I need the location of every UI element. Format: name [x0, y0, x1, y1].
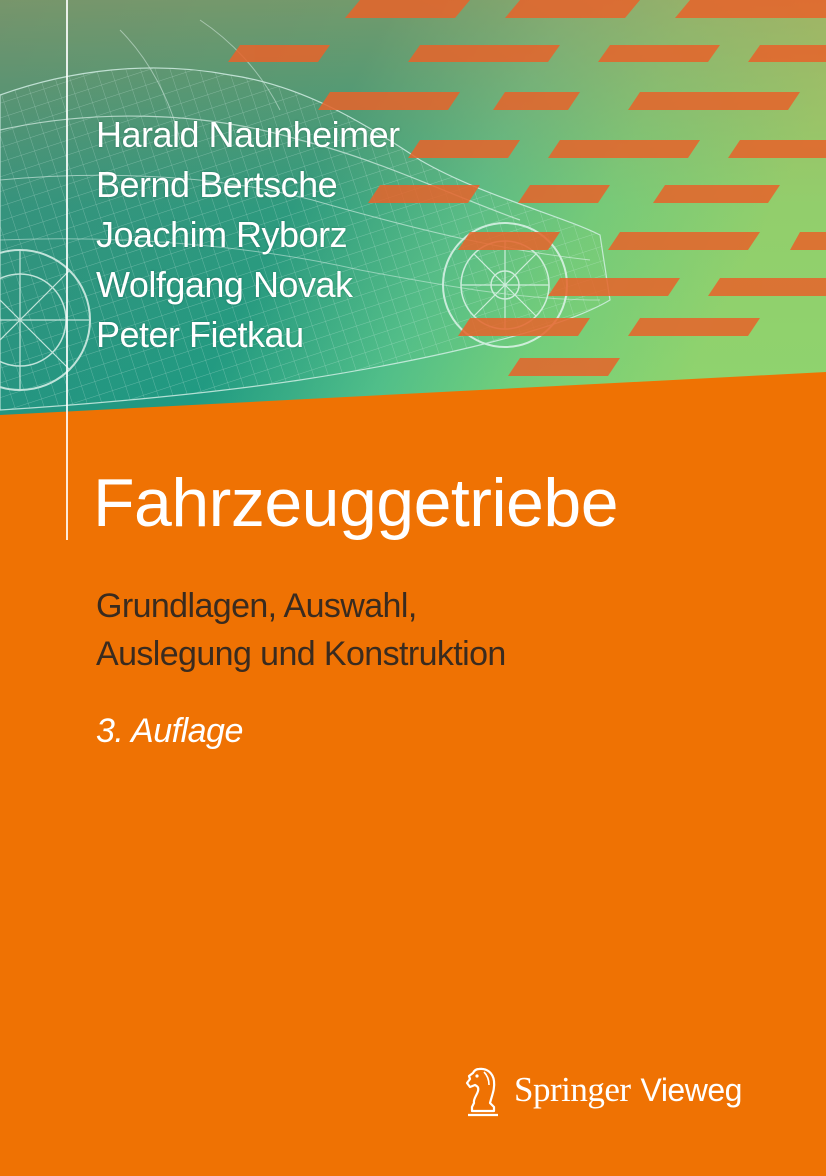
author-name: Wolfgang Novak — [96, 264, 353, 305]
vertical-accent-line — [66, 0, 68, 540]
publisher-name: Springer — [514, 1070, 631, 1109]
author-list: Harald Naunheimer Bernd Bertsche Joachim… — [96, 110, 400, 360]
chess-knight-logo-icon — [465, 1067, 498, 1117]
publisher-logo-block: Springer Vieweg — [462, 1060, 762, 1120]
author-name: Harald Naunheimer — [96, 114, 400, 155]
book-cover: Harald Naunheimer Bernd Bertsche Joachim… — [0, 0, 826, 1176]
publisher-imprint: Vieweg — [640, 1071, 743, 1108]
edition-label: 3. Auflage — [96, 712, 243, 750]
book-title: Fahrzeuggetriebe — [93, 465, 619, 541]
subtitle-line: Grundlagen, Auswahl, — [96, 587, 417, 625]
author-name: Bernd Bertsche — [96, 164, 338, 205]
author-name: Peter Fietkau — [96, 314, 304, 355]
book-subtitle: Grundlagen, Auswahl, Auslegung und Konst… — [96, 582, 736, 678]
author-name: Joachim Ryborz — [96, 214, 348, 255]
subtitle-line: Auslegung und Konstruktion — [96, 635, 506, 673]
